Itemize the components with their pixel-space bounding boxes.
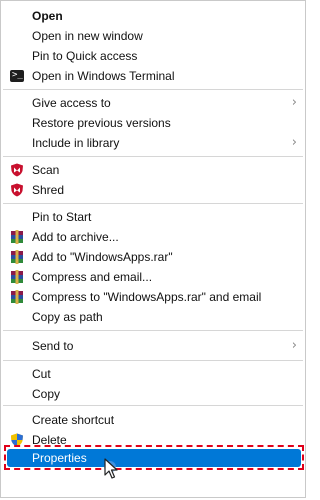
- menu-item-include-library[interactable]: Include in library ›: [3, 133, 303, 153]
- highlight-box: [4, 445, 304, 470]
- separator: [3, 156, 303, 157]
- menu-item-send-to[interactable]: Send to ›: [3, 336, 303, 356]
- winrar-icon: [10, 230, 24, 244]
- menu-item-label: Compress to "WindowsApps.rar" and email: [32, 290, 262, 304]
- menu-item-pin-start[interactable]: Pin to Start: [3, 207, 303, 227]
- menu-item-open-terminal[interactable]: >_ Open in Windows Terminal: [3, 66, 303, 86]
- menu-item-scan[interactable]: Scan: [3, 160, 303, 180]
- menu-item-add-to-rar[interactable]: Add to "WindowsApps.rar": [3, 247, 303, 267]
- menu-item-label: Compress and email...: [32, 270, 153, 284]
- menu-item-label: Cut: [32, 367, 51, 381]
- menu-item-create-shortcut[interactable]: Create shortcut: [3, 410, 303, 430]
- menu-item-cut[interactable]: Cut: [3, 364, 303, 384]
- menu-item-label: Add to "WindowsApps.rar": [32, 250, 173, 264]
- separator: [3, 360, 303, 361]
- menu-item-add-archive[interactable]: Add to archive...: [3, 227, 303, 247]
- menu-item-label: Scan: [32, 163, 60, 177]
- menu-item-label: Open in Windows Terminal: [32, 69, 175, 83]
- menu-item-label: Send to: [32, 339, 74, 353]
- separator: [3, 89, 303, 90]
- menu-item-label: Copy as path: [32, 310, 103, 324]
- mcafee-shield-icon: [10, 163, 24, 177]
- terminal-icon: >_: [10, 70, 24, 82]
- chevron-right-icon: ›: [291, 338, 297, 353]
- menu-item-label: Create shortcut: [32, 413, 115, 427]
- menu-item-label: Give access to: [32, 96, 111, 110]
- separator: [3, 203, 303, 204]
- menu-item-copy[interactable]: Copy: [3, 384, 303, 404]
- menu-item-open-new-window[interactable]: Open in new window: [3, 26, 303, 46]
- separator: [3, 330, 303, 331]
- menu-item-label: Shred: [32, 183, 65, 197]
- menu-item-label: Open in new window: [32, 29, 143, 43]
- context-menu: Open Open in new window Pin to Quick acc…: [0, 0, 306, 498]
- mouse-pointer-icon: [104, 458, 118, 479]
- chevron-right-icon: ›: [291, 95, 297, 110]
- menu-item-label: Include in library: [32, 136, 120, 150]
- menu-item-label: Add to archive...: [32, 230, 119, 244]
- winrar-icon: [10, 250, 24, 264]
- menu-item-label: Pin to Start: [32, 210, 92, 224]
- winrar-icon: [10, 270, 24, 284]
- menu-item-pin-quick-access[interactable]: Pin to Quick access: [3, 46, 303, 66]
- menu-item-label: Copy: [32, 387, 61, 401]
- winrar-icon: [10, 290, 24, 304]
- menu-item-copy-as-path[interactable]: Copy as path: [3, 307, 303, 327]
- mcafee-shield-icon: [10, 183, 24, 197]
- menu-item-give-access[interactable]: Give access to ›: [3, 93, 303, 113]
- chevron-right-icon: ›: [291, 135, 297, 150]
- separator: [3, 405, 303, 406]
- menu-item-compress-to-rar-email[interactable]: Compress to "WindowsApps.rar" and email: [3, 287, 303, 307]
- menu-item-label: Open: [32, 9, 63, 23]
- menu-item-label: Restore previous versions: [32, 116, 171, 130]
- menu-item-compress-email[interactable]: Compress and email...: [3, 267, 303, 287]
- menu-item-shred[interactable]: Shred: [3, 180, 303, 200]
- menu-item-restore-versions[interactable]: Restore previous versions: [3, 113, 303, 133]
- menu-item-label: Pin to Quick access: [32, 49, 138, 63]
- menu-item-open[interactable]: Open: [3, 6, 303, 26]
